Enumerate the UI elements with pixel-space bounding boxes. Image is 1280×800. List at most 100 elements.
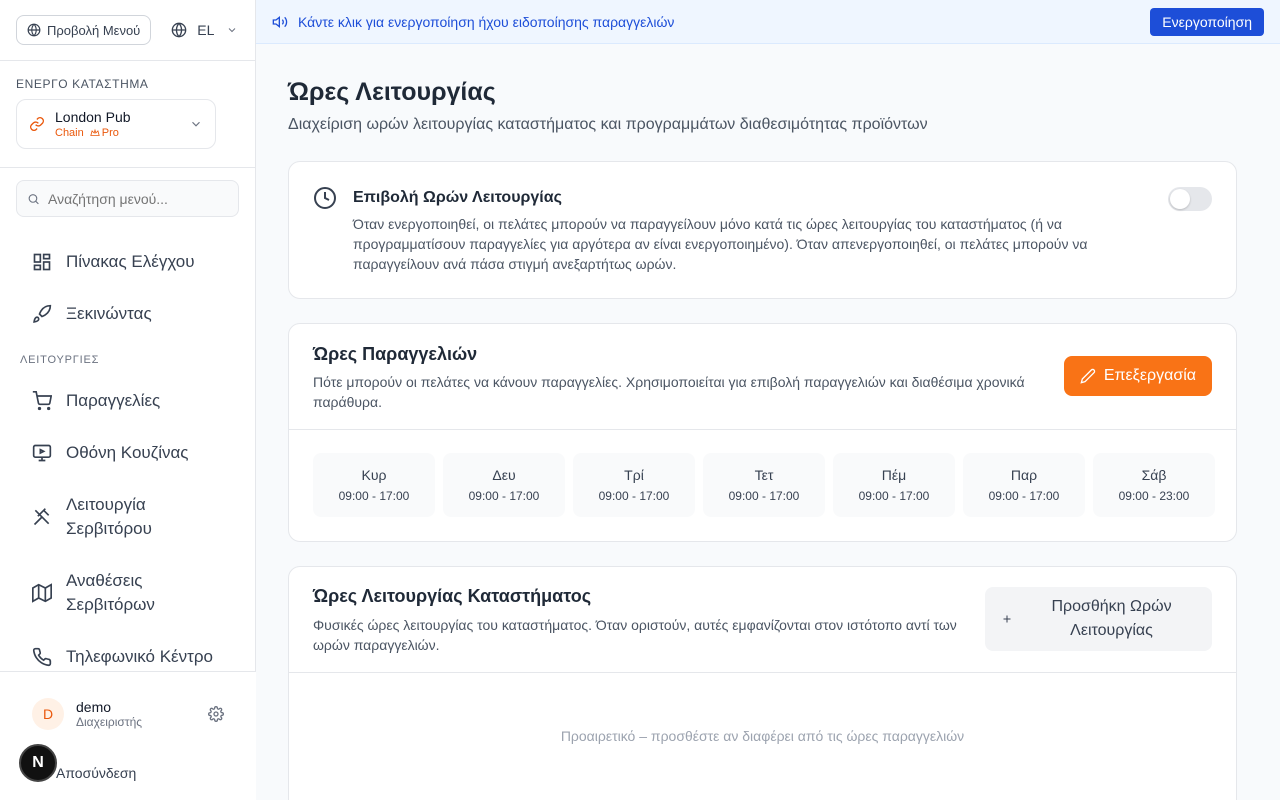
add-hours-label: Προσθήκη Ωρών Λειτουργίας [1027,595,1196,643]
cart-icon [32,391,52,411]
dashboard-icon [33,253,51,271]
nav-label-line: Λειτουργία [66,495,146,514]
day-hours: 09:00 - 17:00 [598,489,670,503]
card-divider [289,429,1236,430]
utensils-icon [33,508,50,526]
enable-sound-button[interactable]: Ενεργοποίηση [1150,7,1264,36]
nav-label: Οθόνη Κουζίνας [66,443,189,462]
order-hours-title: Ώρες Παραγγελιών [313,344,478,364]
store-hours-card: Ώρες Λειτουργίας Καταστήματος Φυσικές ώρ… [288,566,1237,800]
nav-label: Λειτουργία Σερβιτόρου [66,493,152,541]
rocket-icon [33,304,52,323]
store-type: Chain [55,127,84,139]
order-hours-card: Ώρες Παραγγελιών Πότε μπορούν οι πελάτες… [288,323,1237,542]
store-plan: Pro [101,127,119,139]
days-row: Κυρ 09:00 - 17:00 Δευ 09:00 - 17:00 Τρί 09:… [313,453,1215,517]
day-hours: 09:00 - 17:00 [468,489,540,503]
sound-notification-banner: Κάντε κλικ για ενεργοποίηση ήχου ειδοποί… [256,0,1280,44]
day-name: Πέμ [881,467,907,483]
day-name: Τρί [624,467,644,483]
monitor-icon [32,444,52,462]
enforce-hours-card: Επιβολή Ωρών Λειτουργίας Όταν ενεργοποιη… [288,161,1237,299]
active-store-label: ΕΝΕΡΓΟ ΚΑΤΑΣΤΗΜΑ [16,77,149,91]
nav-label: Αναθέσεις Σερβιτόρων [66,569,155,617]
menu-view-button[interactable]: Προβολή Μενού [16,15,152,45]
chevron-down-icon [229,28,236,33]
order-hours-description: Πότε μπορούν οι πελάτες να κάνουν παραγγ… [313,374,1025,410]
day-hours: 09:00 - 17:00 [728,489,800,503]
crown-icon [90,128,100,136]
add-hours-label-line: Προσθήκη Ωρών [1051,598,1172,615]
enforce-hours-description: Όταν ενεργοποιηθεί, οι πελάτες μπορούν ν… [353,216,1088,272]
day-hours: 09:00 - 17:00 [858,489,930,503]
clock-icon [314,187,336,209]
day-cell: Τετ 09:00 - 17:00 [703,453,825,517]
sidebar: Προβολή Μενού EL ΕΝΕΡΓΟ ΚΑΤΑΣΤΗΜΑ London… [0,0,256,800]
nav-label-line: Αναθέσεις [66,571,143,590]
empty-state-note: Προαιρετικό – προσθέστε αν διαφέρει από … [560,728,965,744]
phone-icon [32,647,52,667]
nav-label: Πίνακας Ελέγχου [66,252,195,271]
menu-view-label: Προβολή Μενού [47,22,141,38]
enforce-hours-title: Επιβολή Ωρών Λειτουργίας [353,189,562,206]
store-hours-description: Φυσικές ώρες λειτουργίας του καταστήματο… [313,617,957,653]
day-cell: Δευ 09:00 - 17:00 [443,453,565,517]
nav-label-line: Σερβιτόρων [66,595,155,614]
add-hours-label-line: Λειτουργίας [1070,622,1153,639]
day-cell: Παρ 09:00 - 17:00 [963,453,1085,517]
chain-link-icon [30,117,44,131]
nav-label: Τηλεφωνικό Κέντρο [66,647,213,666]
store-name: London Pub [55,109,131,125]
enforce-hours-toggle[interactable] [1168,187,1212,211]
sidebar-top-bar: Προβολή Μενού EL [0,0,255,61]
day-name: Σάβ [1141,467,1167,483]
page-title: Ώρες Λειτουργίας [288,78,496,106]
plus-icon [1003,615,1011,623]
language-select[interactable]: EL [171,22,238,38]
page-subtitle: Διαχείριση ωρών λειτουργίας καταστήματος… [288,116,928,133]
day-cell: Σάβ 09:00 - 23:00 [1093,453,1215,517]
logout-button[interactable]: Αποσύνδεση [56,765,136,781]
day-hours: 09:00 - 17:00 [338,489,410,503]
search-input[interactable] [48,190,228,207]
day-name: Κυρ [361,467,387,483]
search-box[interactable] [16,180,239,217]
toggle-knob [1170,189,1190,209]
globe-icon [27,23,41,37]
nav-item-call-center[interactable]: Τηλεφωνικό Κέντρο [0,645,245,669]
sidebar-search [0,168,255,229]
nav-item-waiter-assignments[interactable]: Αναθέσεις Σερβιτόρων [0,569,187,617]
globe-icon [171,22,187,38]
user-info: D demo Διαχειριστής [0,698,256,730]
store-hours-title: Ώρες Λειτουργίας Καταστήματος [313,586,592,606]
chevron-down-icon [192,121,200,127]
nav-item-getting-started[interactable]: Ξεκινώντας [0,302,184,326]
pencil-icon [1080,368,1095,384]
day-cell: Κυρ 09:00 - 17:00 [313,453,435,517]
gear-icon[interactable] [208,706,224,722]
day-cell: Πέμ 09:00 - 17:00 [833,453,955,517]
language-code: EL [197,22,215,38]
search-icon [28,193,39,204]
day-cell: Τρί 09:00 - 17:00 [573,453,695,517]
user-role: Διαχειριστής [76,715,143,729]
day-name: Παρ [1010,467,1038,483]
add-hours-button[interactable]: Προσθήκη Ωρών Λειτουργίας [985,587,1212,651]
day-name: Τετ [754,467,774,483]
store-selector[interactable]: London Pub Chain Pro [16,99,216,149]
next-dev-indicator-icon[interactable]: N [19,744,57,782]
nav-item-dashboard[interactable]: Πίνακας Ελέγχου [0,250,227,274]
day-hours: 09:00 - 23:00 [1118,489,1190,503]
card-divider [289,672,1236,673]
map-icon [32,583,52,603]
edit-button[interactable]: Επεξεργασία [1063,356,1212,396]
nav-item-waiter-mode[interactable]: Λειτουργία Σερβιτόρου [0,493,184,541]
nav-label-line: Σερβιτόρου [66,519,152,538]
speaker-icon [272,15,288,28]
banner-text: Κάντε κλικ για ενεργοποίηση ήχου ειδοποί… [298,13,675,30]
nav-item-kitchen-display[interactable]: Οθόνη Κουζίνας [0,441,221,465]
nav-label: Ξεκινώντας [66,304,152,323]
nav-label: Παραγγελίες [66,391,161,410]
plan-badge: Pro [90,127,119,139]
nav-item-orders[interactable]: Παραγγελίες [0,389,192,413]
